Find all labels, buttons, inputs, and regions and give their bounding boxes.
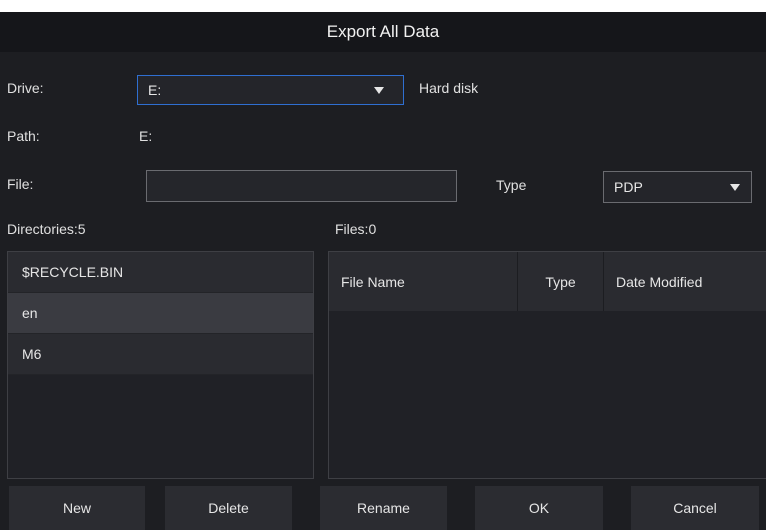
- drive-select[interactable]: E:: [137, 75, 404, 105]
- directory-item[interactable]: M6: [8, 334, 313, 375]
- ok-button[interactable]: OK: [475, 486, 603, 530]
- new-button[interactable]: New: [9, 486, 145, 530]
- file-list[interactable]: File Name Type Date Modified: [328, 251, 766, 479]
- file-list-header: File Name Type Date Modified: [329, 252, 766, 311]
- directories-count-label: Directories:5: [7, 221, 86, 237]
- chevron-down-icon: [374, 87, 384, 94]
- drive-label: Drive:: [7, 80, 44, 96]
- type-label: Type: [496, 177, 527, 193]
- delete-button[interactable]: Delete: [165, 486, 292, 530]
- directory-item-label: en: [22, 305, 38, 321]
- directory-item[interactable]: $RECYCLE.BIN: [8, 252, 313, 293]
- directory-item-selected[interactable]: en: [8, 293, 313, 334]
- type-select[interactable]: PDP: [603, 171, 752, 203]
- top-strip: [0, 0, 766, 12]
- file-name-input[interactable]: [146, 170, 457, 202]
- path-value: E:: [139, 128, 153, 144]
- column-header-file-name[interactable]: File Name: [329, 252, 518, 311]
- rename-button[interactable]: Rename: [320, 486, 447, 530]
- directory-item-label: $RECYCLE.BIN: [22, 264, 124, 280]
- drive-select-value: E:: [148, 82, 162, 98]
- path-label: Path:: [7, 128, 40, 144]
- column-header-label: Type: [545, 273, 576, 290]
- directory-list[interactable]: $RECYCLE.BIN en M6: [7, 251, 314, 479]
- column-header-label: Date Modified: [616, 273, 703, 290]
- column-header-date-modified[interactable]: Date Modified: [604, 252, 766, 311]
- column-header-type[interactable]: Type: [518, 252, 604, 311]
- file-label: File:: [7, 176, 34, 192]
- chevron-down-icon: [730, 184, 740, 191]
- type-select-value: PDP: [614, 179, 643, 195]
- dialog-title: Export All Data: [0, 12, 766, 52]
- files-count-label: Files:0: [335, 221, 377, 237]
- directory-item-label: M6: [22, 346, 42, 362]
- drive-description: Hard disk: [419, 80, 479, 96]
- dialog-title-text: Export All Data: [326, 22, 440, 41]
- column-header-label: File Name: [341, 273, 405, 290]
- cancel-button[interactable]: Cancel: [631, 486, 759, 530]
